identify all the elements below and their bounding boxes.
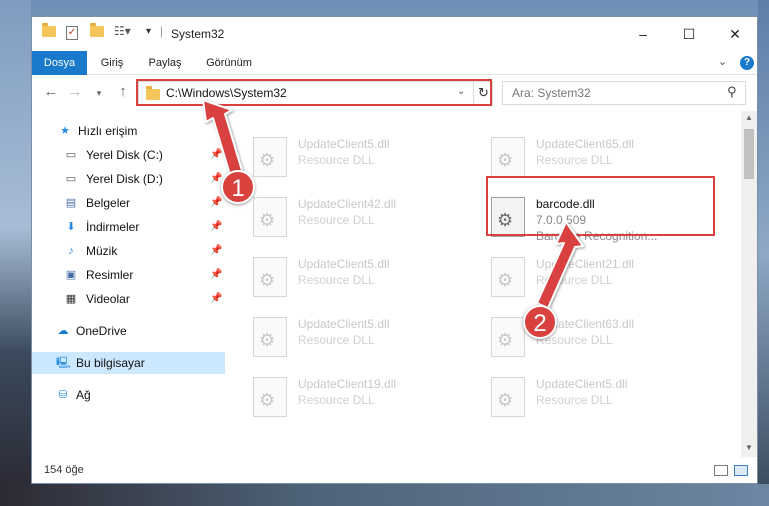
drive-icon: ▭ <box>65 173 77 185</box>
customize-toolbar-icon[interactable]: ☷▾ <box>114 24 131 40</box>
list-item[interactable]: ⚙ UpdateClient42.dll Resource DLL <box>253 191 483 243</box>
pictures-icon: ▣ <box>65 269 77 281</box>
dll-file-icon: ⚙ <box>253 137 287 177</box>
list-item[interactable]: ⚙ UpdateClient21.dll Resource DLL <box>491 251 721 303</box>
desktop-background-left <box>0 0 31 506</box>
step-marker-2: 2 <box>523 305 557 339</box>
navigation-bar: ← → ▾ ↑ C:\Windows\System32 ⌄ ↻ Ara: Sys… <box>32 75 757 111</box>
properties-icon[interactable]: ✓ <box>66 24 78 40</box>
dll-file-icon: ⚙ <box>253 257 287 297</box>
file-list: ⚙ UpdateClient5.dll Resource DLL ⚙ Updat… <box>225 111 741 457</box>
title-separator: | <box>160 24 164 38</box>
address-dropdown-icon[interactable]: ⌄ <box>457 86 465 97</box>
forward-arrow-icon[interactable]: → <box>66 83 84 100</box>
navigation-pane: ★ Hızlı erişim ▭ Yerel Disk (C:) 📌 ▭ Yer… <box>32 111 225 457</box>
dll-file-icon: ⚙ <box>491 137 525 177</box>
vertical-scrollbar[interactable]: ▲ ▼ <box>741 111 757 457</box>
quick-access-dropdown-icon[interactable]: ▾ <box>146 26 151 42</box>
scroll-up-icon[interactable]: ▲ <box>741 113 757 122</box>
cloud-icon: ☁ <box>57 325 69 337</box>
star-icon: ★ <box>60 125 70 137</box>
scroll-down-icon[interactable]: ▼ <box>741 443 757 452</box>
close-button[interactable]: ✕ <box>712 17 757 51</box>
maximize-button[interactable]: ☐ <box>666 17 712 51</box>
list-item-barcode-dll[interactable]: ⚙ barcode.dll 7.0.0.509 Barcode Recognit… <box>491 191 721 243</box>
recent-locations-icon[interactable]: ▾ <box>90 88 108 99</box>
refresh-icon[interactable]: ↻ <box>473 82 493 104</box>
address-bar[interactable]: C:\Windows\System32 ⌄ ↻ <box>138 81 493 105</box>
drive-icon: ▭ <box>65 149 77 161</box>
search-placeholder: Ara: System32 <box>512 86 591 100</box>
list-item[interactable]: ⚙ UpdateClient65.dll Resource DLL <box>491 131 721 183</box>
download-icon: ⬇ <box>66 221 76 233</box>
up-arrow-icon[interactable]: ↑ <box>114 83 132 100</box>
sidebar-item-downloads[interactable]: ⬇ İndirmeler 📌 <box>32 216 225 238</box>
dll-file-icon: ⚙ <box>253 197 287 237</box>
dll-file-icon: ⚙ <box>491 197 525 237</box>
address-folder-icon <box>146 86 160 100</box>
documents-icon: ▤ <box>65 197 77 209</box>
search-input[interactable]: Ara: System32 ⚲ <box>502 81 746 105</box>
pin-icon: 📌 <box>210 245 223 256</box>
new-folder-icon[interactable] <box>90 23 104 42</box>
dll-file-icon: ⚙ <box>491 377 525 417</box>
video-icon: ▦ <box>65 293 77 305</box>
sidebar-item-documents[interactable]: ▤ Belgeler 📌 <box>32 192 225 214</box>
tab-share[interactable]: Paylaş <box>144 51 186 75</box>
list-item[interactable]: ⚙ UpdateClient5.dll Resource DLL <box>491 371 721 423</box>
explorer-window: ✓ ☷▾ ▾ | System32 – ☐ ✕ Dosya Giriş Payl… <box>31 16 758 484</box>
scroll-thumb[interactable] <box>744 129 754 179</box>
dll-file-icon: ⚙ <box>491 257 525 297</box>
sidebar-item-pictures[interactable]: ▣ Resimler 📌 <box>32 264 225 286</box>
desktop-background-right <box>758 0 769 506</box>
sidebar-item-music[interactable]: ♪ Müzik 📌 <box>32 240 225 262</box>
list-item[interactable]: ⚙ UpdateClient5.dll Resource DLL <box>253 311 483 363</box>
dll-file-icon: ⚙ <box>253 377 287 417</box>
status-bar: 154 öğe <box>32 457 757 483</box>
ribbon-expand-icon[interactable]: ⌄ <box>718 55 727 68</box>
tab-home[interactable]: Giriş <box>92 51 132 75</box>
back-arrow-icon[interactable]: ← <box>42 83 60 100</box>
dll-file-icon: ⚙ <box>491 317 525 357</box>
address-path[interactable]: C:\Windows\System32 <box>166 86 287 100</box>
music-icon: ♪ <box>68 245 74 257</box>
list-item[interactable]: ⚙ UpdateClient5.dll Resource DLL <box>253 251 483 303</box>
window-title: System32 <box>171 27 225 41</box>
pin-icon: 📌 <box>210 293 223 304</box>
tab-view[interactable]: Görünüm <box>200 51 258 75</box>
help-icon[interactable]: ? <box>740 56 754 70</box>
step-marker-1: 1 <box>221 170 255 204</box>
sidebar-item-local-disk-c[interactable]: ▭ Yerel Disk (C:) 📌 <box>32 144 225 166</box>
ribbon-tabs: Dosya Giriş Paylaş Görünüm ⌄ ? <box>32 51 757 103</box>
pin-icon: 📌 <box>210 149 223 160</box>
item-count: 154 öğe <box>44 464 84 476</box>
network-icon: ⛁ <box>58 389 68 401</box>
sidebar-item-videos[interactable]: ▦ Videolar 📌 <box>32 288 225 310</box>
sidebar-item-onedrive[interactable]: ☁ OneDrive <box>32 320 225 342</box>
sidebar-item-local-disk-d[interactable]: ▭ Yerel Disk (D:) 📌 <box>32 168 225 190</box>
pin-icon: 📌 <box>210 269 223 280</box>
dll-file-icon: ⚙ <box>253 317 287 357</box>
details-view-icon[interactable] <box>714 465 728 476</box>
pin-icon: 📌 <box>210 197 223 208</box>
list-item[interactable]: ⚙ UpdateClient19.dll Resource DLL <box>253 371 483 423</box>
computer-icon: 🖳 <box>56 357 71 369</box>
pin-icon: 📌 <box>210 221 223 232</box>
title-bar: ✓ ☷▾ ▾ | System32 – ☐ ✕ <box>32 17 757 51</box>
search-icon[interactable]: ⚲ <box>727 84 737 100</box>
tiles-view-icon[interactable] <box>734 465 748 476</box>
sidebar-item-this-pc[interactable]: 🖳 Bu bilgisayar <box>32 352 225 374</box>
desktop-background-bottom <box>0 484 769 506</box>
folder-icon <box>42 23 56 42</box>
sidebar-item-network[interactable]: ⛁ Ağ <box>32 384 225 406</box>
list-item[interactable]: ⚙ UpdateClient5.dll Resource DLL <box>253 131 483 183</box>
sidebar-item-quick-access[interactable]: ★ Hızlı erişim <box>32 120 225 142</box>
minimize-button[interactable]: – <box>620 17 666 51</box>
